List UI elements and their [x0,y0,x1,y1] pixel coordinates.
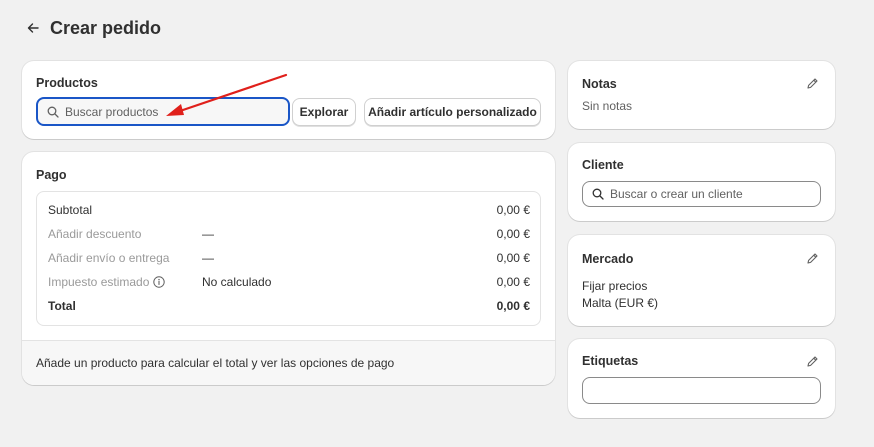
notes-text: Sin notas [582,99,633,113]
tags-title: Etiquetas [582,354,639,368]
discount-row: Añadir descuento — 0,00 € [48,225,530,243]
search-icon [47,106,59,118]
back-button[interactable] [22,17,44,39]
subtotal-row: Subtotal 0,00 € [48,201,530,219]
total-label: Total [48,299,76,313]
tax-label: Impuesto estimado [48,275,150,289]
subtotal-amount: 0,00 € [496,203,530,217]
payment-title: Pago [36,168,67,182]
pencil-icon [806,77,818,89]
add-custom-item-button[interactable]: Añadir artículo personalizado [364,98,541,126]
add-shipping-link[interactable]: Añadir envío o entrega [48,251,202,265]
market-card: Mercado Fijar precios Malta (EUR €) [568,235,835,326]
product-search-input[interactable]: Buscar productos [36,97,290,126]
tax-middle: No calculado [202,275,272,289]
pencil-icon [806,355,818,367]
notes-card: Notas Sin notas [568,61,835,129]
discount-amount: 0,00 € [496,227,530,241]
client-search-input[interactable]: Buscar o crear un cliente [582,181,821,207]
client-card: Cliente Buscar o crear un cliente [568,143,835,221]
shipping-amount: 0,00 € [496,251,530,265]
edit-tags-button[interactable] [804,353,820,369]
subtotal-label: Subtotal [48,203,93,217]
search-icon [592,188,604,200]
payment-summary: Subtotal 0,00 € Añadir descuento — 0,00 … [36,191,541,326]
products-card: Productos Buscar productos Explorar Añad… [22,61,555,139]
page-title: Crear pedido [50,17,162,38]
shipping-middle: — [202,251,214,265]
product-search-placeholder: Buscar productos [65,104,159,119]
market-region: Malta (EUR €) [582,296,659,310]
discount-middle: — [202,227,214,241]
tax-label-wrap: Impuesto estimado [48,275,202,289]
add-discount-link[interactable]: Añadir descuento [48,227,202,241]
shipping-row: Añadir envío o entrega — 0,00 € [48,249,530,267]
total-amount: 0,00 € [496,299,530,313]
pencil-icon [806,252,818,264]
edit-notes-button[interactable] [804,75,820,91]
products-title: Productos [36,76,98,90]
total-row: Total 0,00 € [48,297,530,315]
page-header: Crear pedido [22,14,161,42]
tags-input[interactable] [582,377,821,404]
arrow-left-icon [27,23,39,33]
tax-amount: 0,00 € [496,275,530,289]
edit-market-button[interactable] [804,250,820,266]
info-icon[interactable] [153,276,166,288]
tags-card: Etiquetas [568,339,835,418]
payment-card: Pago Subtotal 0,00 € Añadir descuento — … [22,152,555,385]
market-title: Mercado [582,252,634,266]
client-title: Cliente [582,158,624,172]
explore-button[interactable]: Explorar [292,98,356,126]
tax-row: Impuesto estimado No calculado 0,00 € [48,273,530,291]
notes-title: Notas [582,77,617,91]
payment-footer: Añade un producto para calcular el total… [22,340,555,385]
market-pricing-label: Fijar precios [582,279,648,293]
client-search-placeholder: Buscar o crear un cliente [610,187,743,201]
